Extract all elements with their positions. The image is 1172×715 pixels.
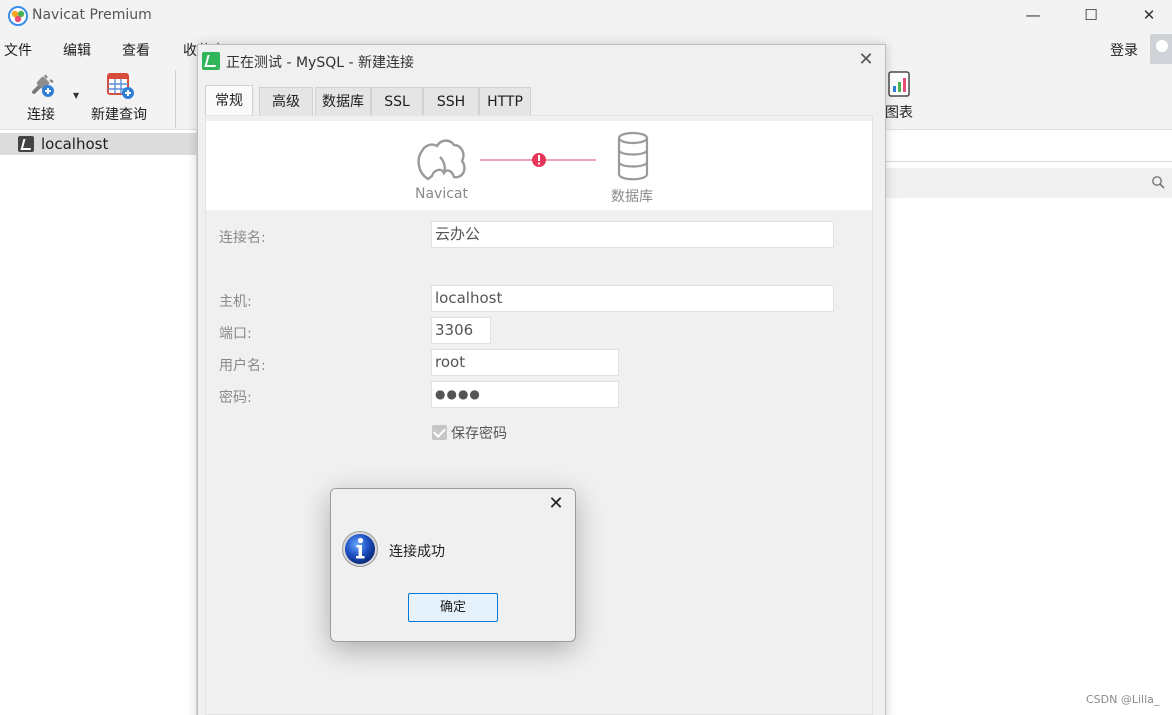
new-query-label: 新建查询 [91, 107, 147, 123]
menu-view[interactable]: 查看 [122, 40, 150, 60]
ok-button[interactable]: 确定 [408, 593, 498, 622]
avatar[interactable] [1150, 34, 1172, 64]
chart-icon [888, 71, 910, 97]
password-label: 密码: [219, 390, 252, 406]
tab-databases[interactable]: 数据库 [315, 87, 371, 115]
app-title: Navicat Premium [32, 7, 152, 23]
dialog-close-button[interactable]: ✕ [854, 49, 878, 73]
menu-edit[interactable]: 编辑 [63, 40, 91, 60]
connection-name-field[interactable]: 云办公 [431, 221, 834, 248]
tab-ssl[interactable]: SSL [371, 87, 423, 115]
host-label: 主机: [219, 294, 252, 310]
object-search-bar[interactable] [886, 168, 1172, 198]
message-box-titlebar [331, 489, 575, 519]
host-field[interactable]: localhost [431, 285, 834, 312]
connect-button[interactable]: 连接 [24, 70, 58, 124]
menu-file[interactable]: 文件 [4, 40, 32, 60]
username-label: 用户名: [219, 358, 266, 374]
tab-general[interactable]: 常规 [205, 85, 253, 115]
connection-diagram: Navicat 数据库 [206, 121, 872, 210]
sidebar-item-localhost[interactable]: localhost [0, 133, 197, 155]
connection-success-dialog: ✕ 连接成功 确定 [330, 488, 576, 642]
search-icon[interactable] [1151, 175, 1165, 189]
connect-dropdown-caret-icon[interactable]: ▼ [73, 91, 79, 100]
database-label: 数据库 [611, 189, 653, 205]
message-box-close-button[interactable]: ✕ [543, 491, 569, 517]
save-password-label: 保存密码 [451, 426, 507, 442]
sidebar-item-label: localhost [41, 135, 109, 153]
username-field[interactable]: root [431, 349, 619, 376]
plug-icon [32, 74, 54, 97]
chart-label: 图表 [885, 105, 913, 121]
connect-label: 连接 [27, 107, 55, 123]
connection-icon [18, 136, 34, 152]
maximize-button[interactable]: ☐ [1062, 0, 1120, 32]
save-password-checkbox[interactable] [432, 425, 447, 440]
new-query-button[interactable]: 新建查询 [89, 70, 149, 124]
database-icon [617, 131, 649, 181]
sidebar: localhost [0, 131, 197, 715]
minimize-button[interactable]: — [1004, 0, 1062, 32]
object-toolbar [886, 131, 1172, 162]
navicat-logo-icon [8, 6, 28, 26]
connection-status-icon [532, 153, 546, 167]
connection-name-label: 连接名: [219, 230, 266, 246]
tab-ssh[interactable]: SSH [423, 87, 479, 115]
info-icon [342, 531, 378, 567]
port-field[interactable]: 3306 [431, 317, 491, 344]
tab-advanced[interactable]: 高级 [259, 87, 313, 115]
password-field[interactable]: ●●●● [431, 381, 619, 408]
login-link[interactable]: 登录 [1110, 40, 1138, 60]
tab-http[interactable]: HTTP [479, 87, 531, 115]
object-panel [886, 131, 1172, 715]
watermark: CSDN @Lilla_ [1086, 693, 1160, 706]
navicat-label: Navicat [415, 186, 468, 202]
app-titlebar: Navicat Premium — ☐ ✕ [0, 0, 1172, 32]
dialog-title: 正在测试 - MySQL - 新建连接 [226, 55, 414, 71]
new-query-icon [107, 73, 134, 99]
port-label: 端口: [219, 326, 252, 342]
chart-button[interactable]: 图表 [884, 70, 914, 122]
toolbar-separator [175, 70, 176, 128]
mysql-connection-icon [202, 52, 220, 70]
close-window-button[interactable]: ✕ [1120, 0, 1172, 32]
message-text: 连接成功 [389, 544, 445, 560]
navicat-icon [417, 139, 466, 181]
